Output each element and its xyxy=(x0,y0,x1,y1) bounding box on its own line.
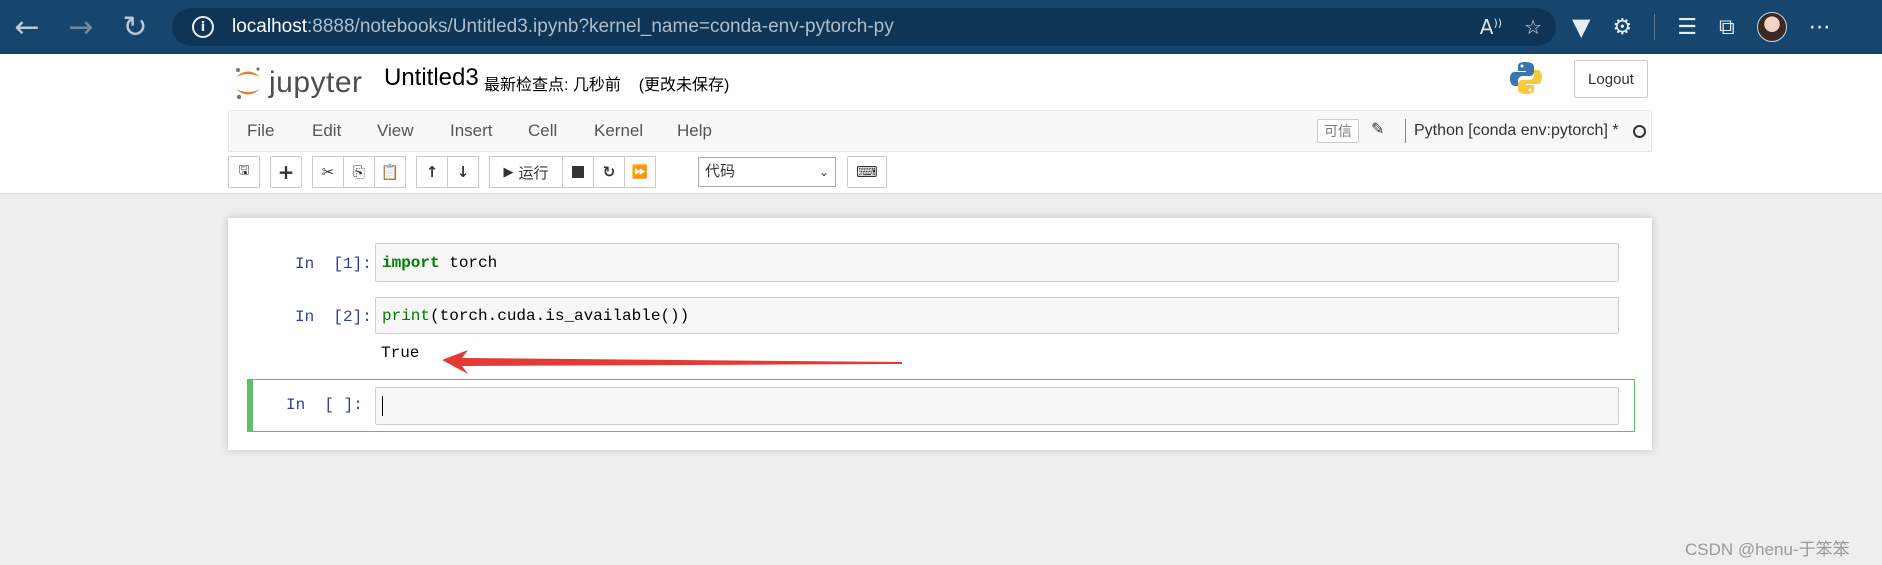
profile-avatar[interactable] xyxy=(1756,12,1787,42)
run-button-label: 运行 xyxy=(518,164,549,182)
text-cursor xyxy=(382,396,383,416)
jupyter-logo[interactable]: jupyter xyxy=(233,64,363,102)
copy-icon: ⎘ xyxy=(352,163,365,181)
menu-kernel[interactable]: Kernel xyxy=(594,111,643,151)
edit-mode-pencil-icon: ✎ xyxy=(1371,119,1385,138)
cell-type-select[interactable]: 代码 ⌄ xyxy=(698,157,836,187)
insert-cell-button[interactable]: + xyxy=(270,156,302,188)
plus-icon: + xyxy=(277,160,295,184)
kernel-name[interactable]: Python [conda env:pytorch] * xyxy=(1414,111,1619,151)
trusted-badge[interactable]: 可信 xyxy=(1317,119,1359,143)
run-button[interactable]: ▶ 运行 xyxy=(489,156,563,188)
code-keyword: import xyxy=(382,253,440,272)
copy-button[interactable]: ⎘ xyxy=(343,156,375,188)
scissors-icon: ✂ xyxy=(321,163,335,181)
favorites-icon[interactable]: ☰ xyxy=(1677,15,1697,40)
back-button[interactable]: ← xyxy=(0,0,54,54)
move-down-button[interactable]: ↓ xyxy=(447,156,479,188)
move-up-button[interactable]: ↑ xyxy=(416,156,448,188)
arrow-down-icon: ↓ xyxy=(456,163,470,181)
back-arrow-icon: ← xyxy=(14,9,40,45)
code-cell-input[interactable]: import torch xyxy=(375,243,1619,282)
jupyter-header: jupyter Untitled3 最新检查点: 几秒前 (更改未保存) Log… xyxy=(0,54,1882,194)
menu-view[interactable]: View xyxy=(377,111,414,151)
cell-type-value: 代码 xyxy=(705,163,736,180)
kernel-idle-indicator-icon xyxy=(1633,125,1646,138)
save-button[interactable]: 🖫 xyxy=(228,156,260,188)
command-palette-button[interactable]: ⌨ xyxy=(847,156,887,188)
stop-icon xyxy=(572,166,584,178)
notebook-container: In [1]: import torch In [2]: print (torch… xyxy=(228,218,1652,450)
code-text: (torch.cuda.is_available()) xyxy=(430,306,690,325)
extension-v-icon[interactable]: ▼ xyxy=(1572,13,1590,41)
code-cell-input-active[interactable] xyxy=(375,387,1619,425)
keyboard-icon: ⌨ xyxy=(856,163,878,181)
restart-run-all-button[interactable]: ⏩ xyxy=(624,156,656,188)
jupyter-logo-text: jupyter xyxy=(269,66,363,99)
more-menu-icon[interactable]: ⋯ xyxy=(1809,15,1831,40)
play-icon: ▶ xyxy=(503,164,514,180)
paste-icon: 📋 xyxy=(380,163,400,181)
save-icon: 🖫 xyxy=(238,163,250,178)
chevron-down-icon: ⌄ xyxy=(818,165,829,179)
checkpoint-text: 最新检查点: 几秒前 xyxy=(484,77,621,94)
fast-forward-icon: ⏩ xyxy=(631,164,649,180)
reload-button[interactable]: ↻ xyxy=(108,0,162,54)
add-favorite-icon[interactable]: ☆ xyxy=(1524,15,1542,39)
browser-toolbar: ← → ↻ i localhost:8888/notebooks/Untitle… xyxy=(0,0,1882,54)
menu-edit[interactable]: Edit xyxy=(312,111,341,151)
cell-prompt: In [1]: xyxy=(295,255,372,273)
jupyter-logo-icon xyxy=(236,67,260,100)
code-builtin: print xyxy=(382,306,431,325)
selected-cell-bar xyxy=(247,379,253,432)
menu-insert[interactable]: Insert xyxy=(450,111,493,151)
cell-prompt: In [2]: xyxy=(295,308,372,326)
logout-button[interactable]: Logout xyxy=(1574,60,1648,98)
python-logo-icon xyxy=(1510,62,1542,94)
cell-prompt: In [ ]: xyxy=(286,396,363,414)
watermark: CSDN @henu-于笨笨 xyxy=(1685,540,1850,559)
collections-icon[interactable]: ⧉ xyxy=(1719,15,1735,40)
forward-arrow-icon: → xyxy=(68,9,94,45)
forward-button[interactable]: → xyxy=(54,0,108,54)
reload-icon: ↻ xyxy=(122,9,148,45)
site-info-icon[interactable]: i xyxy=(192,16,214,38)
annotation-arrow-icon xyxy=(442,350,902,374)
checkpoint-status: 最新检查点: 几秒前 (更改未保存) xyxy=(484,71,729,95)
code-cell-input[interactable]: print (torch.cuda.is_available()) xyxy=(375,297,1619,334)
address-bar[interactable]: i localhost:8888/notebooks/Untitled3.ipy… xyxy=(172,8,1556,46)
notebook-title[interactable]: Untitled3 xyxy=(384,64,479,92)
arrow-up-icon: ↑ xyxy=(425,163,439,181)
extensions-puzzle-icon[interactable]: ⚙ xyxy=(1612,15,1632,40)
restart-button[interactable]: ↻ xyxy=(593,156,625,188)
kernel-divider xyxy=(1405,119,1406,143)
url-host: localhost xyxy=(232,16,307,37)
code-text: torch xyxy=(439,253,498,272)
url-text[interactable]: localhost:8888/notebooks/Untitled3.ipynb… xyxy=(232,16,894,38)
interrupt-button[interactable] xyxy=(562,156,594,188)
menu-help[interactable]: Help xyxy=(677,111,712,151)
url-path: :8888/notebooks/Untitled3.ipynb?kernel_n… xyxy=(307,16,894,37)
menu-cell[interactable]: Cell xyxy=(528,111,557,151)
menu-file[interactable]: File xyxy=(247,111,274,151)
autosave-status: (更改未保存) xyxy=(638,77,730,94)
restart-icon: ↻ xyxy=(602,163,616,181)
toolbar-divider xyxy=(1654,14,1656,40)
read-aloud-icon[interactable]: A)) xyxy=(1480,15,1502,39)
menubar: File Edit View Insert Cell Kernel Help 可… xyxy=(228,110,1652,152)
paste-button[interactable]: 📋 xyxy=(374,156,406,188)
cell-output: True xyxy=(381,344,420,362)
cut-button[interactable]: ✂ xyxy=(312,156,344,188)
